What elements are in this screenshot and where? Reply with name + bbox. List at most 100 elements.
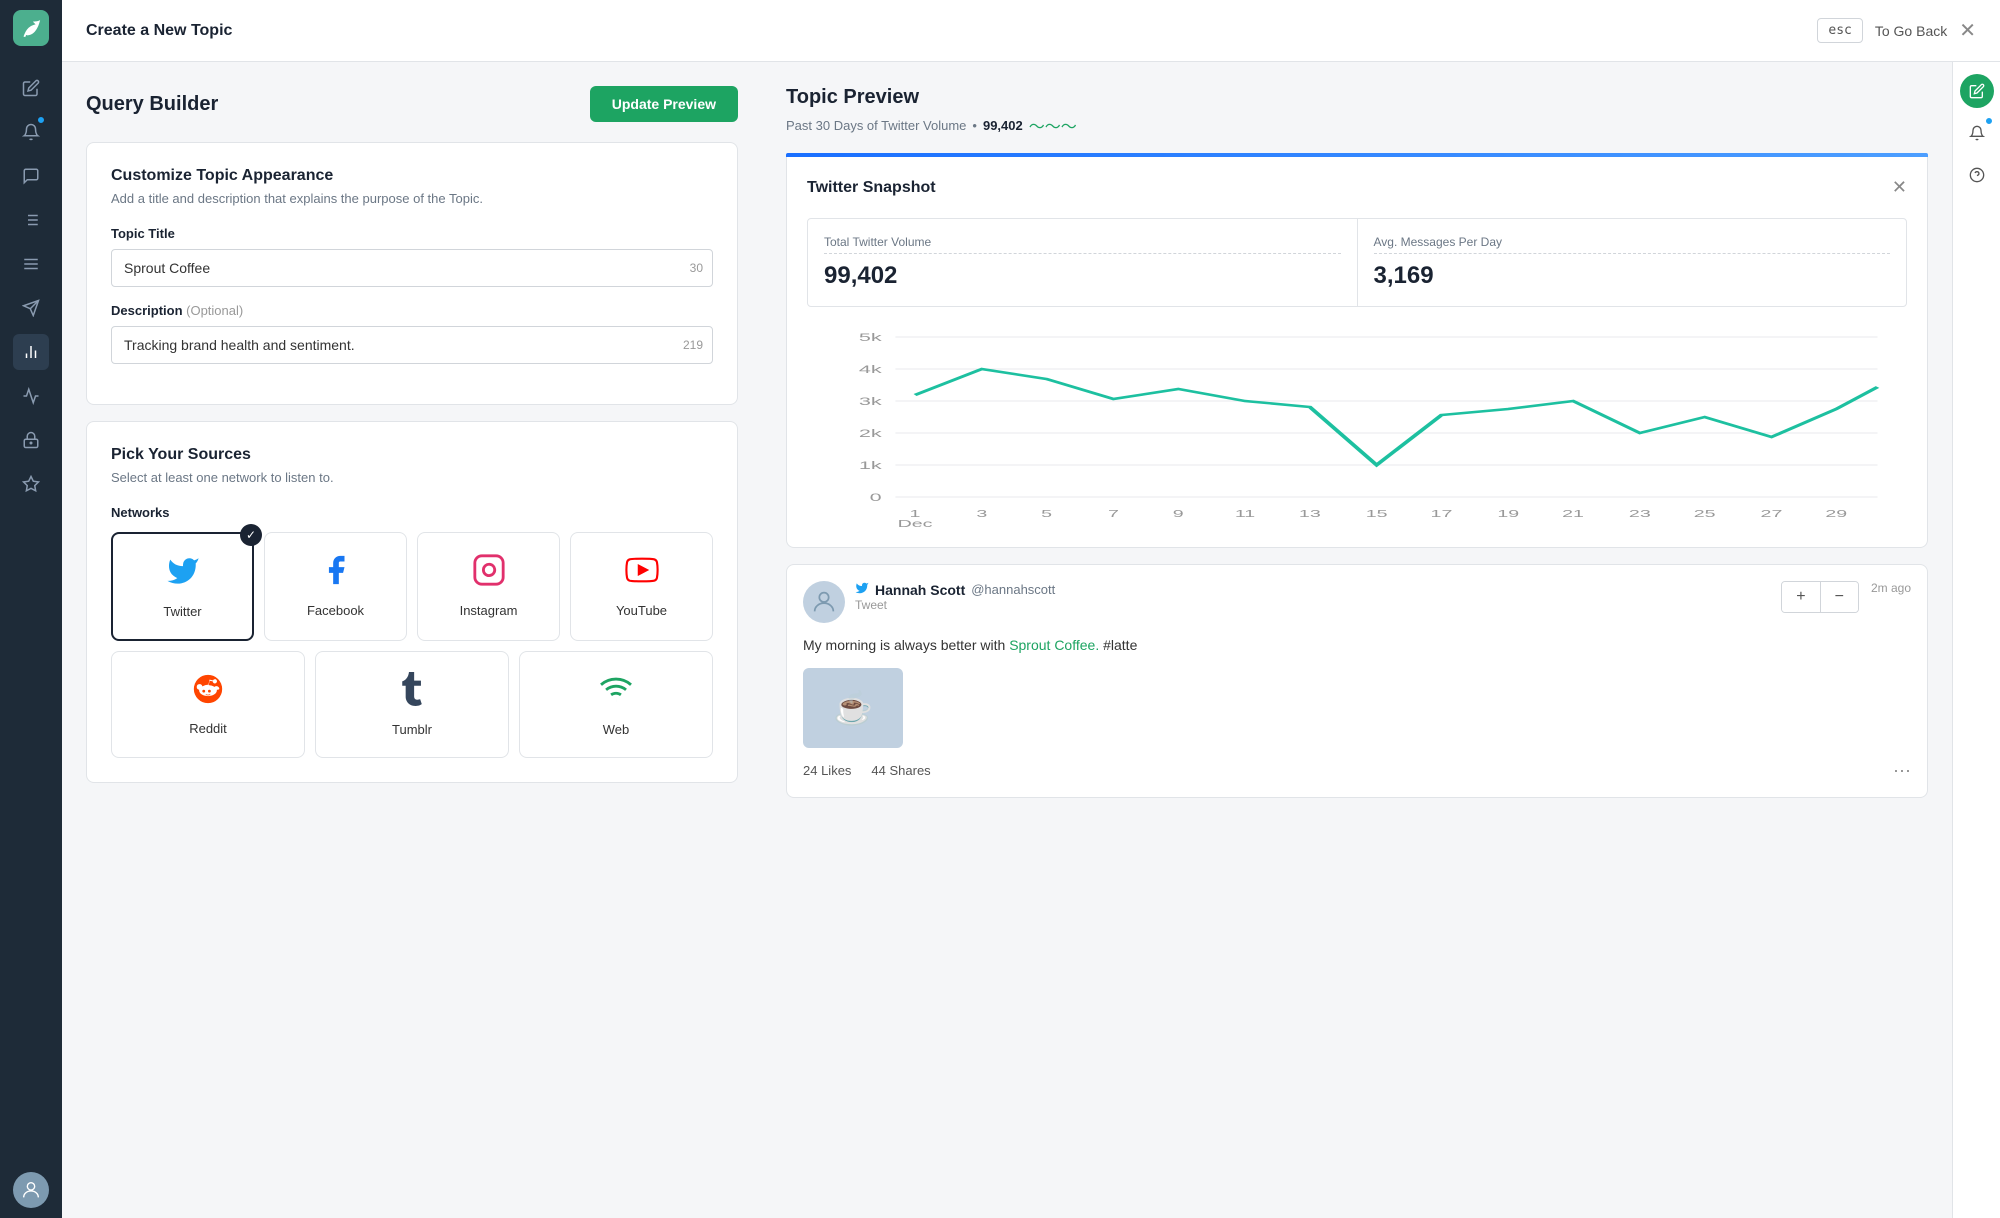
sidebar-item-reviews[interactable] (13, 466, 49, 502)
snapshot-header: Twitter Snapshot ✕ (807, 177, 1907, 198)
total-volume-value: 99,402 (824, 262, 1341, 290)
user-avatar[interactable] (13, 1172, 49, 1208)
network-card-tumblr[interactable]: Tumblr (315, 651, 509, 758)
youtube-icon (625, 553, 659, 595)
twitter-check: ✓ (240, 524, 262, 546)
tweet-user-name: Hannah Scott (875, 582, 965, 598)
svg-text:9: 9 (1173, 509, 1184, 520)
sources-desc: Select at least one network to listen to… (111, 470, 713, 485)
tweet-remove-button[interactable]: − (1821, 582, 1858, 612)
reddit-icon (191, 672, 225, 713)
tweet-body: My morning is always better with Sprout … (803, 635, 1911, 656)
compose-action-button[interactable] (1960, 74, 1994, 108)
notification-button[interactable] (1960, 116, 1994, 150)
total-volume-cell: Total Twitter Volume 99,402 (808, 219, 1358, 306)
customize-title: Customize Topic Appearance (111, 167, 713, 185)
youtube-label: YouTube (616, 603, 667, 618)
close-button[interactable]: ✕ (1959, 21, 1976, 41)
tweet-card: Hannah Scott @hannahscott Tweet + − 2m a… (786, 564, 1928, 798)
topic-preview-title: Topic Preview (786, 86, 1928, 109)
svg-text:7: 7 (1108, 509, 1119, 520)
update-preview-button[interactable]: Update Preview (590, 86, 738, 122)
facebook-icon (319, 553, 353, 595)
tweet-more-button[interactable]: ··· (1893, 760, 1911, 781)
web-icon (599, 672, 633, 714)
networks-label: Networks (111, 505, 713, 520)
tumblr-label: Tumblr (392, 722, 432, 737)
sidebar-item-bots[interactable] (13, 422, 49, 458)
tweet-add-button[interactable]: + (1782, 582, 1820, 612)
svg-text:13: 13 (1299, 509, 1321, 520)
network-card-instagram[interactable]: Instagram (417, 532, 560, 641)
tweet-link-sproutcoffee[interactable]: Sprout Coffee. (1009, 637, 1099, 653)
help-button[interactable] (1960, 158, 1994, 192)
snapshot-close-button[interactable]: ✕ (1892, 177, 1907, 198)
twitter-snapshot-card: Twitter Snapshot ✕ Total Twitter Volume … (786, 157, 1928, 548)
sidebar-item-messages[interactable] (13, 158, 49, 194)
query-builder-header: Query Builder Update Preview (86, 86, 738, 122)
svg-text:17: 17 (1431, 509, 1453, 520)
svg-text:0: 0 (870, 491, 882, 504)
sidebar-item-feeds[interactable] (13, 246, 49, 282)
snapshot-title: Twitter Snapshot (807, 179, 936, 197)
sidebar-item-reports[interactable] (13, 334, 49, 370)
instagram-icon (472, 553, 506, 595)
description-optional-label: (Optional) (186, 303, 243, 318)
alert-badge (37, 116, 45, 124)
svg-text:5: 5 (1041, 509, 1052, 520)
sources-section: Pick Your Sources Select at least one ne… (86, 421, 738, 783)
network-card-reddit[interactable]: Reddit (111, 651, 305, 758)
description-char-count: 219 (683, 338, 703, 352)
left-panel: Query Builder Update Preview Customize T… (62, 62, 762, 1218)
svg-text:19: 19 (1497, 509, 1519, 520)
esc-button[interactable]: esc (1817, 18, 1862, 43)
sidebar-item-alerts[interactable] (13, 114, 49, 150)
tweet-platform-icon (855, 581, 869, 598)
avg-messages-value: 3,169 (1374, 262, 1891, 290)
notification-badge (1984, 116, 1994, 126)
sidebar-item-publish[interactable] (13, 290, 49, 326)
customize-desc: Add a title and description that explain… (111, 191, 713, 206)
topic-title-input[interactable] (111, 249, 713, 287)
tweet-image: ☕ (803, 668, 903, 748)
svg-text:Dec: Dec (898, 519, 933, 527)
customize-section: Customize Topic Appearance Add a title a… (86, 142, 738, 405)
topic-title-wrap: 30 (111, 249, 713, 287)
topic-title-label: Topic Title (111, 226, 713, 241)
sidebar-item-compose[interactable] (13, 70, 49, 106)
right-panel: Topic Preview Past 30 Days of Twitter Vo… (762, 62, 1952, 1218)
svg-text:2k: 2k (859, 427, 882, 440)
instagram-label: Instagram (460, 603, 518, 618)
svg-text:23: 23 (1629, 509, 1651, 520)
query-builder-title: Query Builder (86, 93, 218, 116)
twitter-label: Twitter (163, 604, 201, 619)
sidebar-item-tasks[interactable] (13, 202, 49, 238)
facebook-label: Facebook (307, 603, 364, 618)
avg-messages-label: Avg. Messages Per Day (1374, 235, 1891, 254)
description-input[interactable] (111, 326, 713, 364)
tweet-handle: @hannahscott (971, 582, 1055, 597)
description-wrap: 219 (111, 326, 713, 364)
network-card-twitter[interactable]: ✓ Twitter (111, 532, 254, 641)
tweet-shares: 44 Shares (871, 763, 930, 778)
body-content: Query Builder Update Preview Customize T… (62, 62, 2000, 1218)
svg-text:4k: 4k (859, 363, 882, 376)
network-card-facebook[interactable]: Facebook (264, 532, 407, 641)
tweet-avatar (803, 581, 845, 623)
svg-text:15: 15 (1366, 509, 1388, 520)
sidebar-item-analytics[interactable] (13, 378, 49, 414)
svg-text:27: 27 (1761, 509, 1783, 520)
app-logo[interactable] (13, 10, 49, 46)
networks-grid-row2: Reddit Tumblr Web (111, 651, 713, 758)
topic-title-char-count: 30 (690, 261, 703, 275)
reddit-label: Reddit (189, 721, 227, 736)
sources-title: Pick Your Sources (111, 446, 713, 464)
top-header: Create a New Topic esc To Go Back ✕ (62, 0, 2000, 62)
avg-messages-cell: Avg. Messages Per Day 3,169 (1358, 219, 1907, 306)
svg-text:25: 25 (1694, 509, 1716, 520)
networks-grid-row1: ✓ Twitter Facebook (111, 532, 713, 641)
network-card-youtube[interactable]: YouTube (570, 532, 713, 641)
network-card-web[interactable]: Web (519, 651, 713, 758)
tweet-meta: Hannah Scott @hannahscott Tweet (855, 581, 1771, 612)
tweet-actions: + − (1781, 581, 1859, 613)
